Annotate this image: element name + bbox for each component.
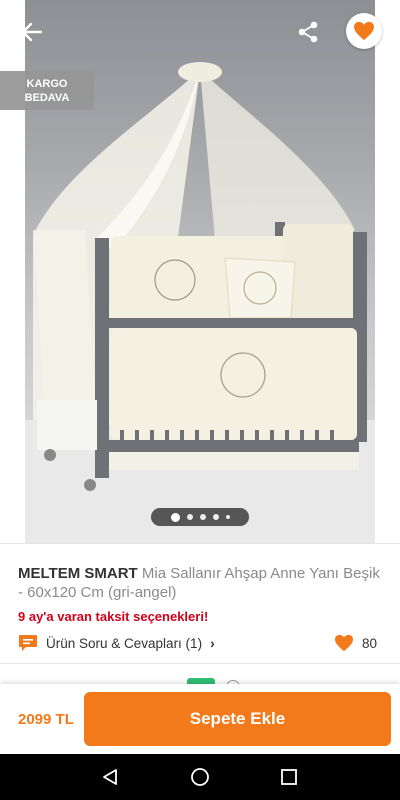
favorite-button[interactable] (346, 13, 382, 49)
nav-recents-button[interactable] (277, 765, 301, 789)
pagination-dot[interactable] (186, 514, 193, 520)
section-divider (0, 543, 400, 544)
qa-label: Ürün Soru & Cevapları (1) (46, 635, 203, 651)
next-section-peek (0, 663, 400, 685)
image-pagination[interactable] (151, 508, 249, 526)
badge-line-2: BEDAVA (24, 91, 70, 104)
triangle-back-icon (103, 769, 117, 785)
heart-icon (335, 634, 353, 652)
product-title: MELTEM SMART Mia Sallanır Ahşap Anne Yan… (18, 564, 380, 602)
chat-bubble-icon (19, 635, 37, 651)
heart-icon (354, 21, 374, 41)
add-to-cart-button[interactable]: Sepete Ekle (84, 692, 391, 746)
nav-back-button[interactable] (98, 765, 122, 789)
product-top-bar (0, 0, 400, 64)
arrow-left-icon (21, 22, 43, 42)
product-qa-link[interactable]: Ürün Soru & Cevapları (1) › (18, 632, 215, 654)
pagination-dot[interactable] (212, 514, 219, 520)
system-navigation-bar (0, 754, 400, 800)
product-price: 2099 TL (18, 710, 74, 728)
pagination-dot[interactable] (225, 515, 230, 519)
free-shipping-badge: KARGO BEDAVA (0, 71, 94, 110)
pagination-dot[interactable] (199, 514, 206, 520)
pagination-dot-active[interactable] (170, 512, 180, 522)
circle-home-icon (191, 768, 209, 786)
back-button[interactable] (12, 14, 52, 50)
share-icon (298, 21, 318, 43)
product-brand: MELTEM SMART (18, 565, 138, 582)
favorite-count: 80 (334, 632, 377, 654)
chevron-right-icon: › (210, 635, 215, 651)
nav-home-button[interactable] (188, 765, 212, 789)
gallery-margin-right (375, 0, 400, 543)
badge-line-1: KARGO (26, 77, 68, 90)
bottom-action-bar: 2099 TL Sepete Ekle (0, 684, 400, 754)
favorite-count-value: 80 (362, 635, 378, 651)
share-button[interactable] (288, 12, 328, 52)
installment-link[interactable]: 9 ay'a varan taksit seçenekleri! (18, 609, 208, 624)
square-recents-icon (281, 769, 297, 785)
